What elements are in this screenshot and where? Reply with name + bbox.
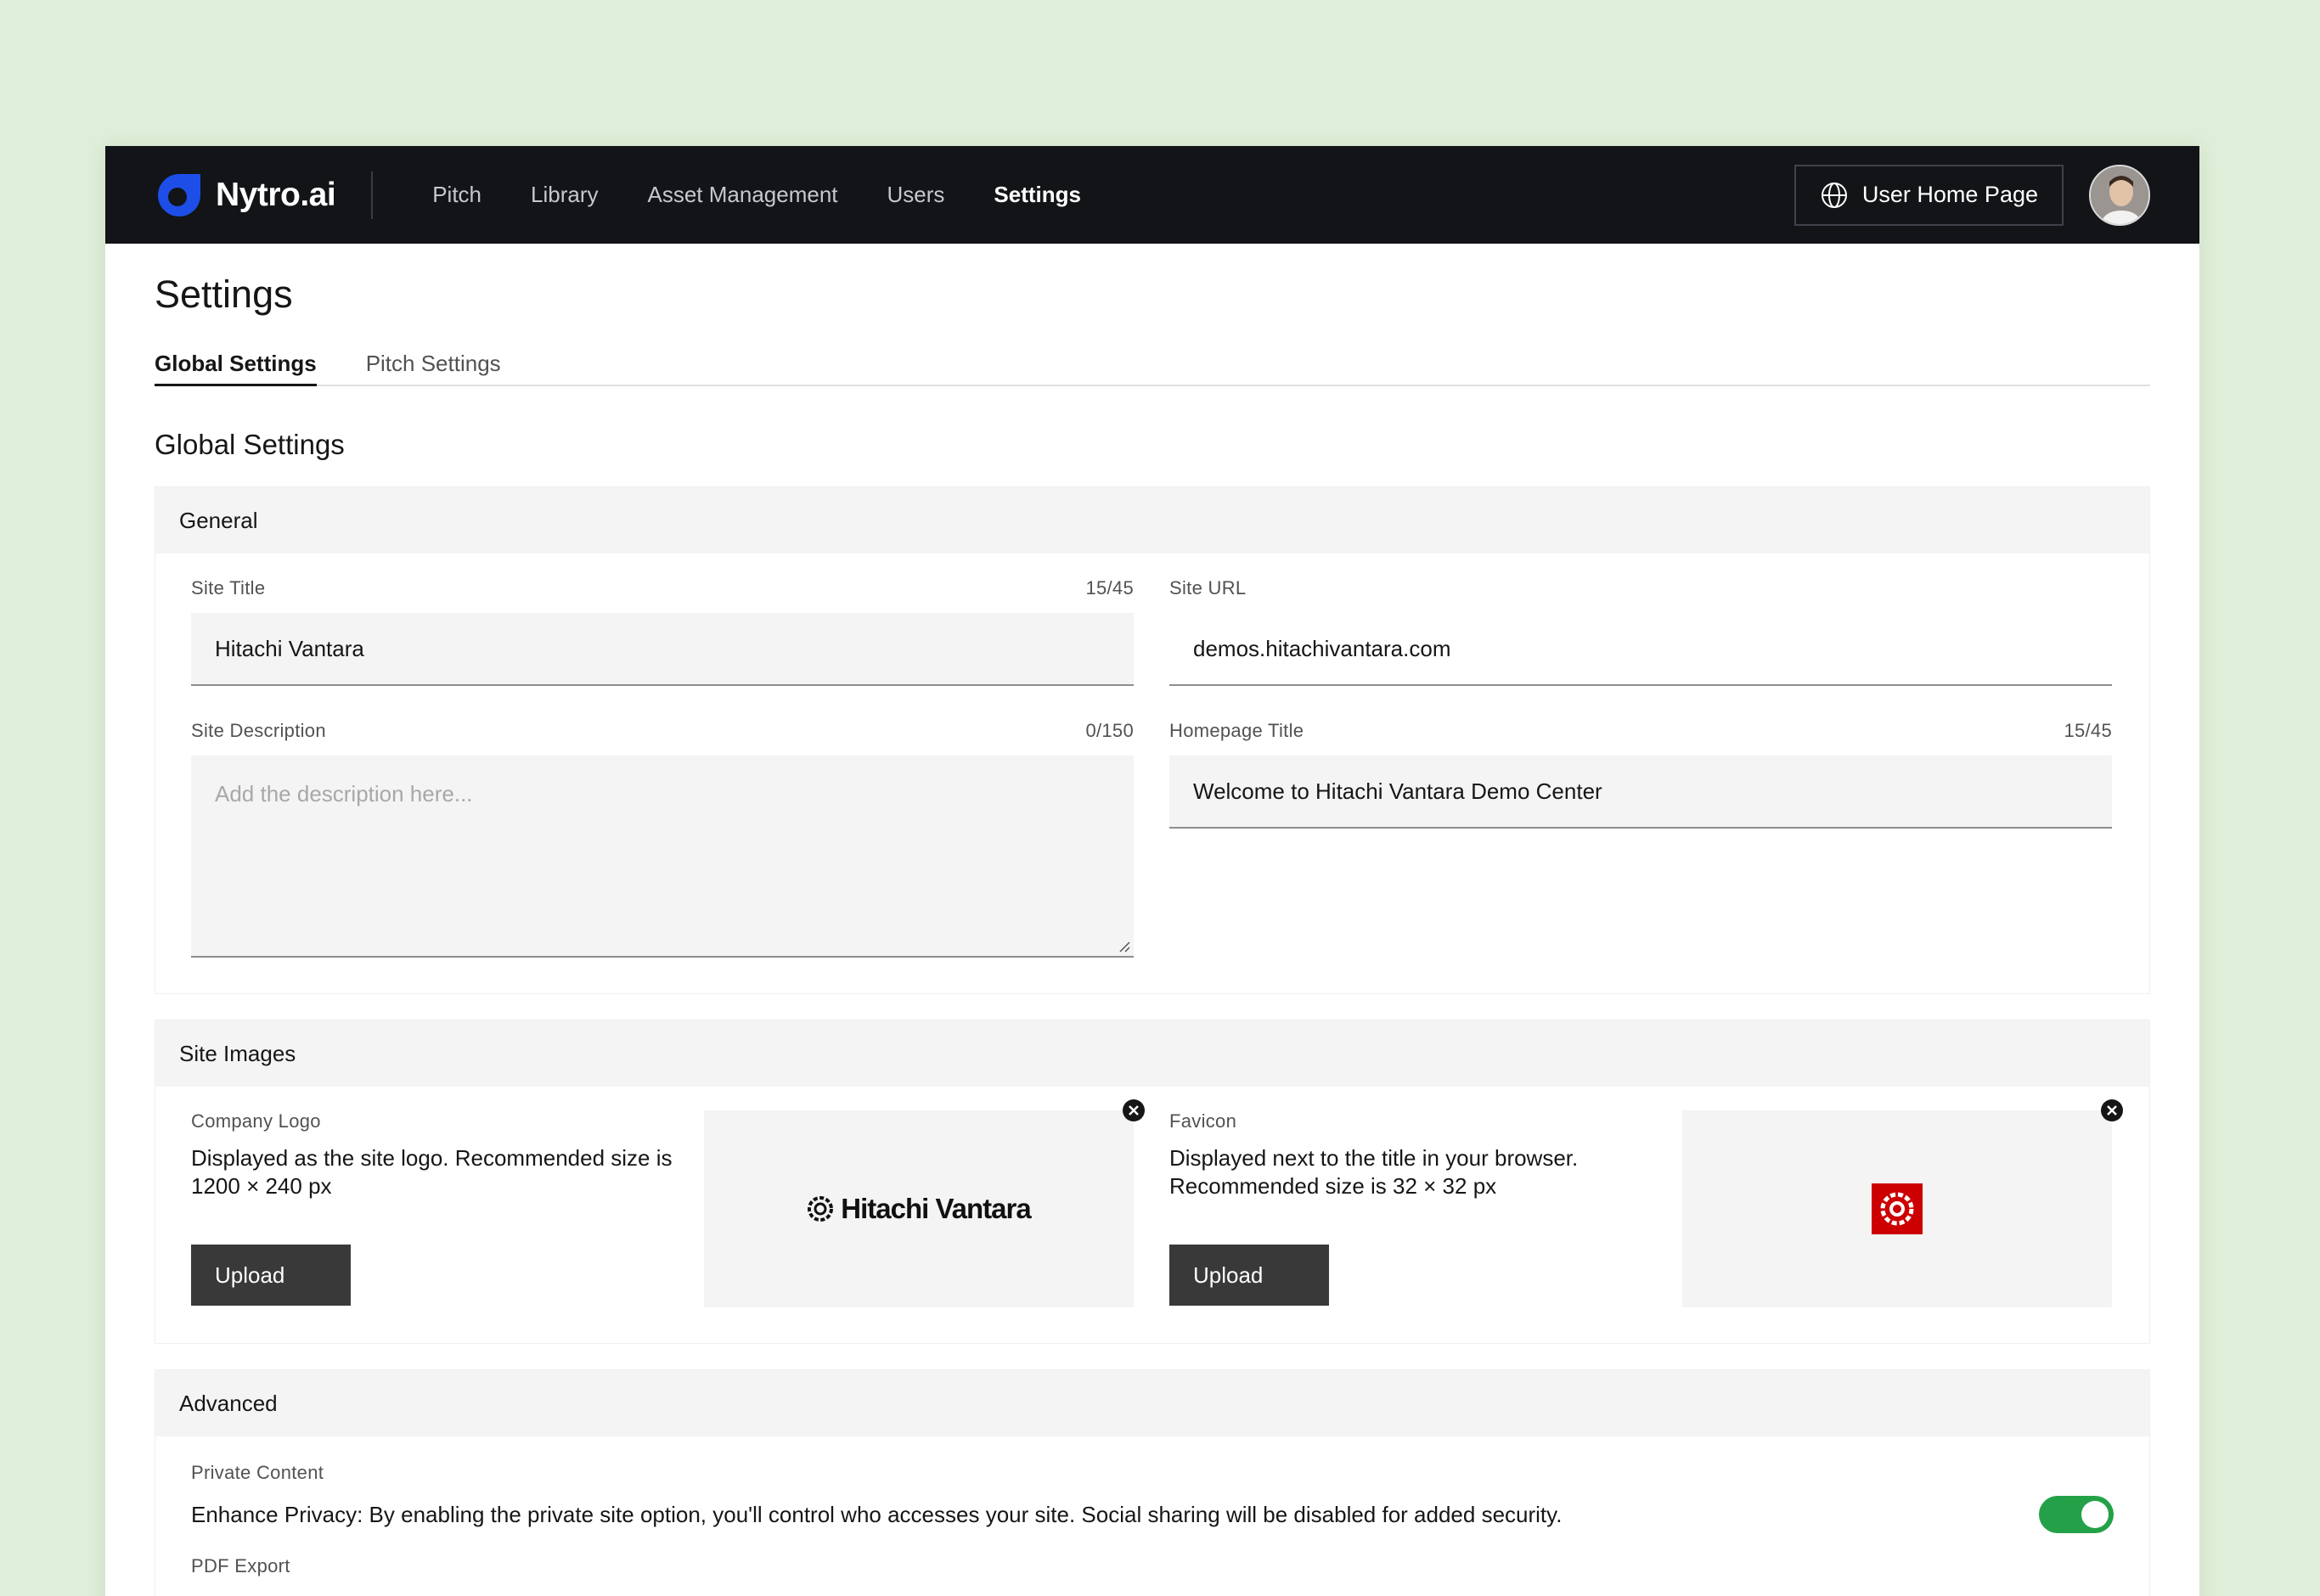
homepage-title-label: Homepage Title — [1169, 720, 1304, 741]
nav-item-users[interactable]: Users — [887, 182, 945, 208]
advanced-heading: Advanced — [155, 1370, 2149, 1436]
site-title-label: Site Title — [191, 577, 266, 598]
nav-divider — [371, 171, 374, 219]
site-description-textarea[interactable]: Add the description here... — [191, 756, 1134, 958]
globe-icon — [1821, 182, 1847, 208]
settings-content: Settings Global Settings Pitch Settings … — [105, 244, 2199, 1596]
app-window: Nytro.ai Pitch Library Asset Management … — [105, 146, 2199, 1596]
user-home-page-label: User Home Page — [1861, 182, 2038, 207]
main-nav: Pitch Library Asset Management Users Set… — [432, 182, 1081, 208]
tab-pitch-settings[interactable]: Pitch Settings — [366, 351, 501, 385]
favicon-description: Displayed next to the title in your brow… — [1169, 1145, 1579, 1199]
brand[interactable]: Nytro.ai — [155, 171, 336, 220]
brand-name: Nytro.ai — [216, 176, 336, 213]
site-url-label: Site URL — [1169, 577, 1247, 598]
homepage-title-input[interactable]: Welcome to Hitachi Vantara Demo Center — [1169, 756, 2112, 829]
general-heading: General — [155, 487, 2149, 554]
favicon-upload-button[interactable]: Upload — [1169, 1245, 1329, 1306]
site-description-counter: 0/150 — [1085, 720, 1134, 741]
private-content-row: Private Content Enhance Privacy: By enab… — [191, 1462, 2114, 1533]
hitachi-vantara-logo: Hitachi Vantara — [807, 1193, 1032, 1225]
toggle-knob — [2081, 1501, 2109, 1528]
hitachi-favicon-icon — [1872, 1183, 1923, 1234]
avatar[interactable] — [2089, 164, 2150, 226]
private-content-toggle[interactable] — [2039, 1496, 2114, 1533]
private-content-label: Private Content — [191, 1462, 324, 1483]
homepage-title-field: Homepage Title 15/45 Welcome to Hitachi … — [1169, 720, 2112, 958]
site-images-heading: Site Images — [155, 1020, 2149, 1087]
site-title-field: Site Title 15/45 Hitachi Vantara — [191, 577, 1134, 686]
company-logo-description: Displayed as the site logo. Recommended … — [191, 1145, 673, 1199]
pdf-export-label: PDF Export — [191, 1555, 290, 1576]
nav-item-settings[interactable]: Settings — [994, 182, 1081, 208]
site-description-label: Site Description — [191, 720, 326, 741]
remove-logo-icon[interactable] — [1122, 1099, 1146, 1122]
site-url-field: Site URL demos.hitachivantara.com — [1169, 577, 2112, 686]
company-logo-block: Company Logo Displayed as the site logo.… — [191, 1099, 1145, 1307]
hitachi-emblem-icon — [808, 1196, 834, 1222]
favicon-preview — [1682, 1099, 2123, 1307]
favicon-label: Favicon — [1169, 1110, 1237, 1132]
logo-preview: Hitachi Vantara — [704, 1099, 1145, 1307]
advanced-panel: Advanced Private Content Enhance Privacy… — [155, 1369, 2150, 1596]
logo-upload-button[interactable]: Upload — [191, 1245, 351, 1306]
nav-item-pitch[interactable]: Pitch — [432, 182, 481, 208]
user-avatar-icon — [2091, 166, 2148, 224]
user-home-page-button[interactable]: User Home Page — [1793, 164, 2064, 226]
nav-right: User Home Page — [1793, 164, 2150, 226]
nytro-logo-icon — [158, 173, 200, 216]
settings-tabs: Global Settings Pitch Settings — [155, 351, 2150, 386]
general-panel: General Site Title 15/45 Hitachi Vantara… — [155, 486, 2150, 994]
site-images-panel: Site Images Company Logo Displayed as th… — [155, 1020, 2150, 1344]
site-description-placeholder: Add the description here... — [215, 781, 473, 806]
resize-handle-icon[interactable] — [1117, 939, 1130, 953]
logo-preview-text: Hitachi Vantara — [841, 1193, 1031, 1224]
site-description-field: Site Description 0/150 Add the descripti… — [191, 720, 1134, 958]
site-url-input[interactable]: demos.hitachivantara.com — [1169, 613, 2112, 686]
section-heading: Global Settings — [155, 429, 345, 460]
top-navbar: Nytro.ai Pitch Library Asset Management … — [105, 146, 2199, 244]
nav-item-asset-management[interactable]: Asset Management — [648, 182, 838, 208]
company-logo-label: Company Logo — [191, 1110, 321, 1132]
nav-item-library[interactable]: Library — [531, 182, 598, 208]
tab-global-settings[interactable]: Global Settings — [155, 351, 317, 386]
pdf-export-row: PDF Export — [191, 1555, 2114, 1577]
favicon-block: Favicon Displayed next to the title in y… — [1169, 1099, 2123, 1307]
page-title: Settings — [155, 273, 293, 316]
site-title-counter: 15/45 — [1085, 577, 1134, 598]
site-title-input[interactable]: Hitachi Vantara — [191, 613, 1134, 686]
remove-favicon-icon[interactable] — [2100, 1099, 2124, 1122]
private-content-description: Enhance Privacy: By enabling the private… — [191, 1501, 1563, 1527]
homepage-title-counter: 15/45 — [2064, 720, 2112, 741]
